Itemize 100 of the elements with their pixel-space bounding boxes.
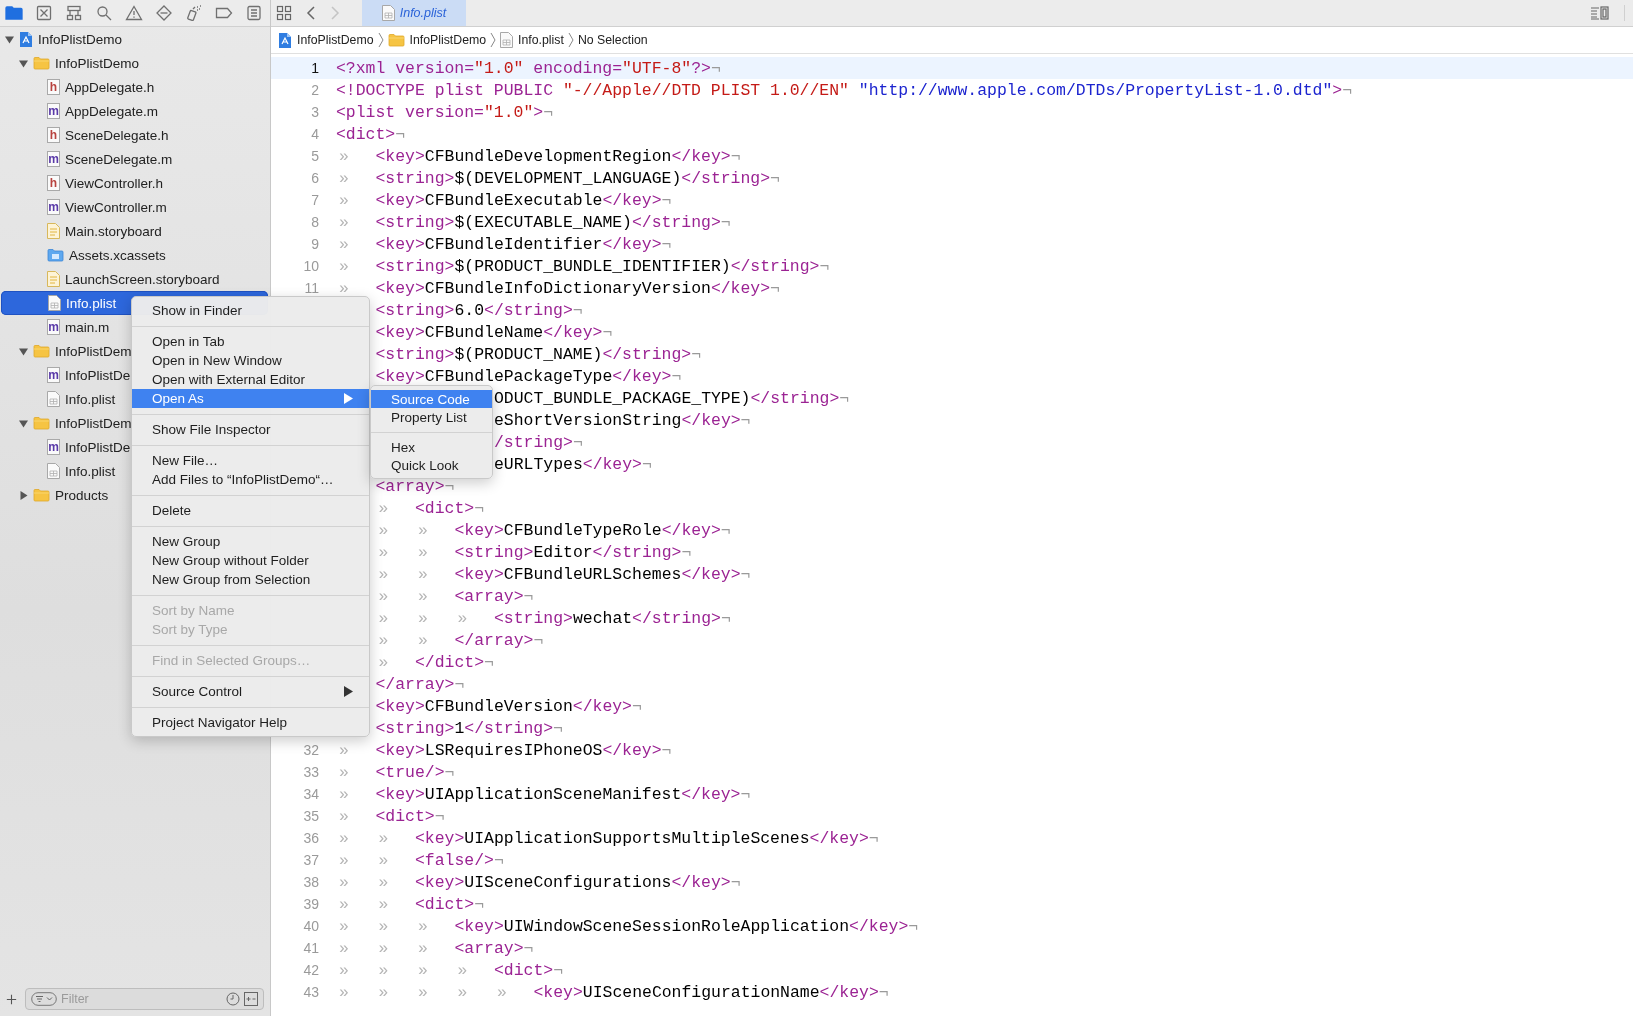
code-text: <string>$(PRODUCT_BUNDLE_IDENTIFIER)</string> [375,256,820,276]
code-text: /string> [494,432,573,452]
tab-mark: » [338,146,349,166]
tab-mark: » [338,256,349,276]
tab-mark: » [338,234,349,254]
code-text: <dict> [336,124,396,144]
source-file-icon: h [47,175,60,191]
line-end-mark: ¬ [454,674,465,694]
tab-mark: » [338,190,349,210]
tab-mark: » [377,894,389,914]
tab-mark: » [417,564,428,584]
line-end-mark: ¬ [444,762,455,782]
line-end-mark: ¬ [661,740,672,760]
tab-mark: » [377,564,389,584]
tab-mark: » [338,278,349,298]
code-text: </array> [375,674,455,694]
tab-mark: » [338,806,349,826]
line-end-mark: ¬ [720,212,731,232]
code-text: <dict> [375,806,435,826]
tab-mark: » [377,498,389,518]
line-number: 42 [303,962,319,978]
tab-mark: » [377,652,389,672]
line-end-mark: ¬ [720,520,731,540]
source-file-icon: m [47,367,60,383]
line-end-mark: ¬ [572,300,583,320]
line-number: 2 [311,82,319,98]
tab-mark: » [456,608,468,628]
line-number: 37 [303,852,319,868]
line-end-mark: ¬ [543,102,554,122]
code-text: ODUCT_BUNDLE_PACKAGE_TYPE)</string> [494,388,840,408]
tab-mark: » [377,630,389,650]
code-text: <key>LSRequiresIPhoneOS</key> [375,740,662,760]
code-text: <false/> [415,850,494,870]
line-end-mark: ¬ [395,124,406,144]
line-end-mark: ¬ [474,498,485,518]
code-text: <true/> [375,762,445,782]
tab-mark: » [338,740,349,760]
tab-mark: » [377,586,389,606]
code-text: <key>CFBundleName</key> [375,322,603,342]
line-number: 40 [303,918,319,934]
tab-mark: » [456,982,468,1002]
tab-mark: » [338,828,349,848]
code-text: <key>CFBundleDevelopmentRegion</key> [375,146,731,166]
tab-mark: » [417,608,428,628]
line-end-mark: ¬ [641,454,652,474]
tab-mark: » [417,520,428,540]
line-number: 36 [303,830,319,846]
line-number: 8 [311,214,319,230]
tab-mark: » [377,960,389,980]
code-text: <plist version="1.0"> [336,102,544,122]
code-text: </array> [454,630,534,650]
code-text: </dict> [415,652,485,672]
tab-mark: » [456,960,468,980]
line-end-mark: ¬ [553,960,564,980]
code-text: <key>UIWindowSceneSessionRoleApplication</key> [454,916,909,936]
tab-mark: » [338,894,349,914]
line-number: 5 [311,148,319,164]
line-end-mark: ¬ [474,894,485,914]
code-text: <dict> [494,960,554,980]
source-file-icon: h [47,127,60,143]
line-end-mark: ¬ [878,982,889,1002]
source-file-icon: m [47,319,60,335]
tab-mark: » [338,850,349,870]
line-end-mark: ¬ [553,718,563,738]
code-text: <?xml version="1.0" encoding="UTF-8"?> [336,58,711,78]
line-number: 1 [311,60,319,76]
tab-mark: » [377,542,389,562]
tab-mark: » [417,938,428,958]
line-number: 4 [311,126,319,142]
code-text: <array> [454,938,524,958]
code-text: <string>$(PRODUCT_NAME)</string> [375,344,692,364]
code-text: <string>$(DEVELOPMENT_LANGUAGE)</string> [375,168,771,188]
tab-mark: » [338,212,349,232]
source-file-icon: m [47,151,60,167]
line-number: 34 [303,786,319,802]
line-number: 9 [311,236,319,252]
line-end-mark: ¬ [1342,80,1353,100]
line-number: 32 [303,742,319,758]
tab-mark: » [338,982,349,1002]
line-end-mark: ¬ [710,58,721,78]
tab-mark: » [377,608,389,628]
line-end-mark: ¬ [740,564,751,584]
line-number: 35 [303,808,319,824]
tab-mark: » [377,938,389,958]
code-text: <string>Editor</string> [454,542,682,562]
code-text: <string>1</string> [375,718,554,738]
code-text: <key>UIApplicationSceneManifest</key> [375,784,741,804]
code-text: <dict> [415,498,475,518]
line-end-mark: ¬ [632,696,642,716]
code-text: <array> [454,586,524,606]
line-number: 43 [303,984,319,1000]
tab-mark: » [377,982,389,1002]
tab-mark: » [377,520,389,540]
line-end-mark: ¬ [572,432,583,452]
code-text: <key>UISceneConfigurations</key> [415,872,731,892]
line-end-mark: ¬ [839,388,850,408]
code-text: <dict> [415,894,475,914]
line-end-mark: ¬ [819,256,830,276]
line-end-mark: ¬ [661,234,672,254]
code-text: <key>CFBundleIdentifier</key> [375,234,662,254]
